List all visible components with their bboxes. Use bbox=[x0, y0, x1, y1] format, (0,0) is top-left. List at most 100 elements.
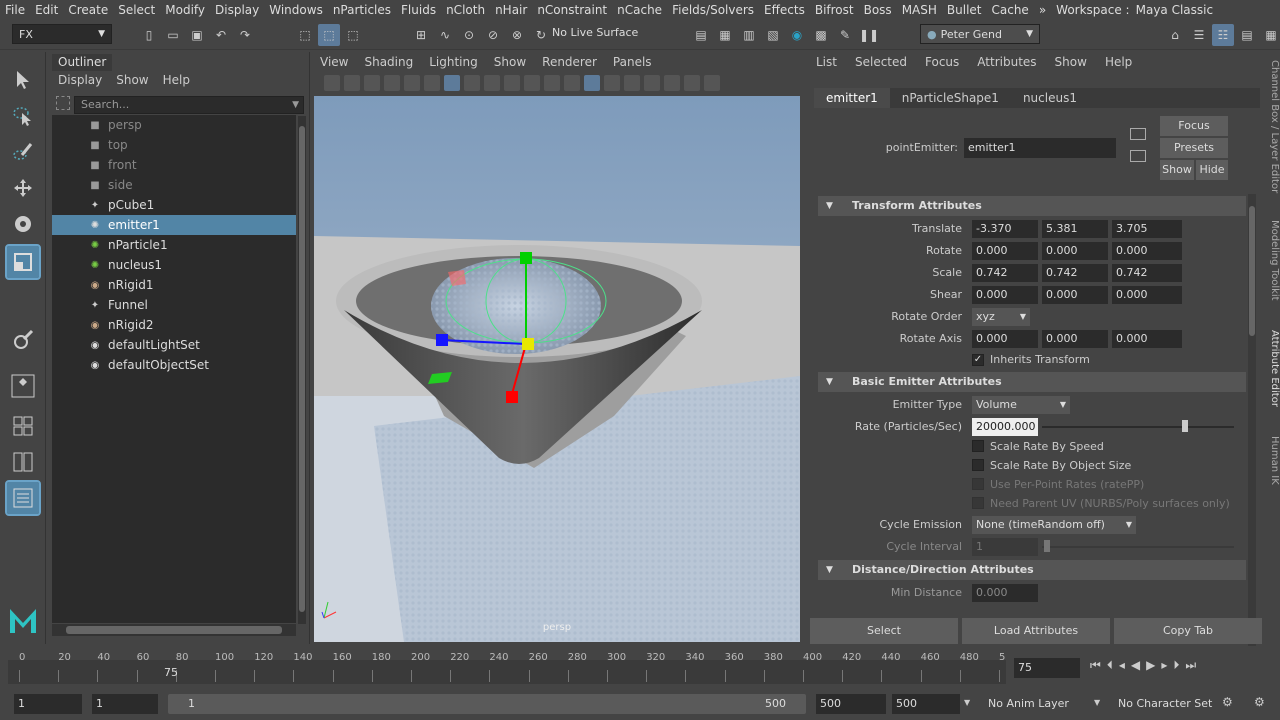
menu-effects[interactable]: Effects bbox=[759, 3, 810, 17]
menu-mash[interactable]: MASH bbox=[897, 3, 942, 17]
animation-start-field[interactable]: 1 bbox=[14, 694, 82, 714]
rotate-y-field[interactable]: 0.000 bbox=[1042, 242, 1108, 260]
rate-slider-track[interactable] bbox=[1042, 426, 1234, 428]
key-icon[interactable]: ⚙ bbox=[1222, 695, 1233, 709]
ae-vscrollbar[interactable] bbox=[1248, 194, 1256, 646]
playback-start-field[interactable]: 1 bbox=[92, 694, 158, 714]
menu-boss[interactable]: Boss bbox=[859, 3, 897, 17]
user-account-dropdown[interactable]: ● Peter Gend ▼ bbox=[920, 24, 1040, 44]
scale-tool-icon[interactable] bbox=[5, 244, 41, 280]
outliner-item[interactable]: ✺ emitter1 bbox=[52, 215, 296, 235]
save-scene-icon[interactable]: ▣ bbox=[186, 24, 208, 46]
rate-field[interactable]: 20000.000 bbox=[972, 418, 1038, 436]
pause-icon[interactable]: ❚❚ bbox=[858, 24, 880, 46]
last-tool-icon[interactable] bbox=[7, 324, 39, 356]
wireframe-icon[interactable] bbox=[564, 75, 580, 91]
camera-attrs-icon[interactable] bbox=[344, 75, 360, 91]
scale-rate-by-object-size-checkbox[interactable] bbox=[972, 459, 984, 471]
outliner-vscrollbar[interactable] bbox=[298, 116, 306, 624]
select-components-icon[interactable]: ⬚ bbox=[342, 24, 364, 46]
lights-icon[interactable] bbox=[664, 75, 680, 91]
input-connections-icon[interactable] bbox=[1130, 128, 1146, 140]
field-chart-icon[interactable] bbox=[524, 75, 540, 91]
gate-mask-icon[interactable] bbox=[504, 75, 520, 91]
inherits-transform-checkbox[interactable]: ✓ bbox=[972, 354, 984, 366]
viewport-menu-panels[interactable]: Panels bbox=[613, 55, 652, 69]
step-forward-key-icon[interactable]: ⏵ bbox=[1173, 658, 1179, 673]
ae-menu-attributes[interactable]: Attributes bbox=[977, 55, 1036, 69]
menu-edit[interactable]: Edit bbox=[30, 3, 63, 17]
outliner-item[interactable]: ✦ Funnel bbox=[52, 295, 296, 315]
filter-icon[interactable] bbox=[56, 96, 70, 110]
ae-menu-focus[interactable]: Focus bbox=[925, 55, 959, 69]
sculpt-icon[interactable]: ✎ bbox=[834, 24, 856, 46]
viewport-menu-lighting[interactable]: Lighting bbox=[429, 55, 478, 69]
step-forward-frame-icon[interactable]: ▸ bbox=[1161, 658, 1167, 673]
outliner-item[interactable]: ■ front bbox=[52, 155, 296, 175]
menu-fluids[interactable]: Fluids bbox=[396, 3, 441, 17]
rotate-axis-x-field[interactable]: 0.000 bbox=[972, 330, 1038, 348]
cycle-interval-slider[interactable] bbox=[1042, 546, 1234, 548]
section-distance-direction-attributes[interactable]: ▼ Distance/Direction Attributes bbox=[818, 560, 1246, 580]
viewport-3d-scene[interactable]: persp bbox=[314, 96, 800, 642]
film-gate-icon[interactable] bbox=[464, 75, 480, 91]
shadows-icon[interactable] bbox=[684, 75, 700, 91]
menu-modify[interactable]: Modify bbox=[160, 3, 210, 17]
preferences-icon[interactable]: ⚙ bbox=[1254, 695, 1265, 709]
outliner-item[interactable]: ◉ nRigid1 bbox=[52, 275, 296, 295]
grid-icon[interactable] bbox=[444, 75, 460, 91]
menu-create[interactable]: Create bbox=[63, 3, 113, 17]
undo-icon[interactable]: ↶ bbox=[210, 24, 232, 46]
menu-ncache[interactable]: nCache bbox=[612, 3, 667, 17]
live-icon[interactable]: ↻ bbox=[530, 24, 552, 46]
tab-emitter1[interactable]: emitter1 bbox=[814, 88, 890, 108]
select-objects-icon[interactable]: ⬚ bbox=[318, 24, 340, 46]
outliner-menu-help[interactable]: Help bbox=[163, 73, 190, 87]
isolate-select-icon[interactable] bbox=[704, 75, 720, 91]
translate-y-field[interactable]: 5.381 bbox=[1042, 220, 1108, 238]
scale-z-field[interactable]: 0.742 bbox=[1112, 264, 1182, 282]
show-button[interactable]: Show bbox=[1160, 160, 1194, 180]
menu-bifrost[interactable]: Bifrost bbox=[810, 3, 859, 17]
new-scene-icon[interactable]: ▯ bbox=[138, 24, 160, 46]
move-tool-icon[interactable] bbox=[7, 172, 39, 204]
rotate-axis-z-field[interactable]: 0.000 bbox=[1112, 330, 1182, 348]
character-set-label[interactable]: No Character Set bbox=[1118, 697, 1212, 710]
render-icon[interactable]: ▦ bbox=[714, 24, 736, 46]
attribute-editor-icon[interactable]: ☷ bbox=[1212, 24, 1234, 46]
rotate-order-dropdown[interactable]: xyz ▼ bbox=[972, 308, 1030, 326]
smooth-shade-icon[interactable] bbox=[584, 75, 600, 91]
cycle-interval-thumb[interactable] bbox=[1044, 540, 1050, 552]
chevron-down-icon[interactable]: ▼ bbox=[964, 698, 970, 707]
ipr-icon[interactable]: ▥ bbox=[738, 24, 760, 46]
outliner-item[interactable]: ■ persp bbox=[52, 115, 296, 135]
menu-overflow-icon[interactable]: » bbox=[1034, 3, 1051, 17]
menu-file[interactable]: File bbox=[0, 3, 30, 17]
outliner-menu-show[interactable]: Show bbox=[116, 73, 148, 87]
viewport-menu-view[interactable]: View bbox=[320, 55, 348, 69]
select-button[interactable]: Select bbox=[810, 618, 958, 644]
cycle-interval-field[interactable]: 1 bbox=[972, 538, 1038, 556]
side-tab-attribute-editor[interactable]: Attribute Editor bbox=[1262, 330, 1280, 407]
bookmark-icon[interactable] bbox=[364, 75, 380, 91]
shear-yz-field[interactable]: 0.000 bbox=[1112, 286, 1182, 304]
snap-grid-icon[interactable]: ⊞ bbox=[410, 24, 432, 46]
render-settings-icon[interactable]: ▤ bbox=[690, 24, 712, 46]
chevron-down-icon[interactable]: ▼ bbox=[292, 97, 299, 113]
outliner-hscrollbar[interactable] bbox=[52, 624, 296, 636]
scale-y-field[interactable]: 0.742 bbox=[1042, 264, 1108, 282]
go-to-start-icon[interactable]: ⏮ bbox=[1090, 658, 1101, 673]
outliner-item[interactable]: ◉ defaultObjectSet bbox=[52, 355, 296, 375]
ae-menu-show[interactable]: Show bbox=[1055, 55, 1087, 69]
emitter-type-dropdown[interactable]: Volume ▼ bbox=[972, 396, 1070, 414]
menu-fields-solvers[interactable]: Fields/Solvers bbox=[667, 3, 759, 17]
translate-z-field[interactable]: 3.705 bbox=[1112, 220, 1182, 238]
layer-editor-icon[interactable]: ▦ bbox=[1260, 24, 1280, 46]
snap-curve-icon[interactable]: ∿ bbox=[434, 24, 456, 46]
cycle-emission-dropdown[interactable]: None (timeRandom off) ▼ bbox=[972, 516, 1136, 534]
channel-box-icon[interactable]: ☰ bbox=[1188, 24, 1210, 46]
hide-button[interactable]: Hide bbox=[1196, 160, 1228, 180]
menu-nconstraint[interactable]: nConstraint bbox=[532, 3, 612, 17]
redo-icon[interactable]: ↷ bbox=[234, 24, 256, 46]
menu-display[interactable]: Display bbox=[210, 3, 264, 17]
